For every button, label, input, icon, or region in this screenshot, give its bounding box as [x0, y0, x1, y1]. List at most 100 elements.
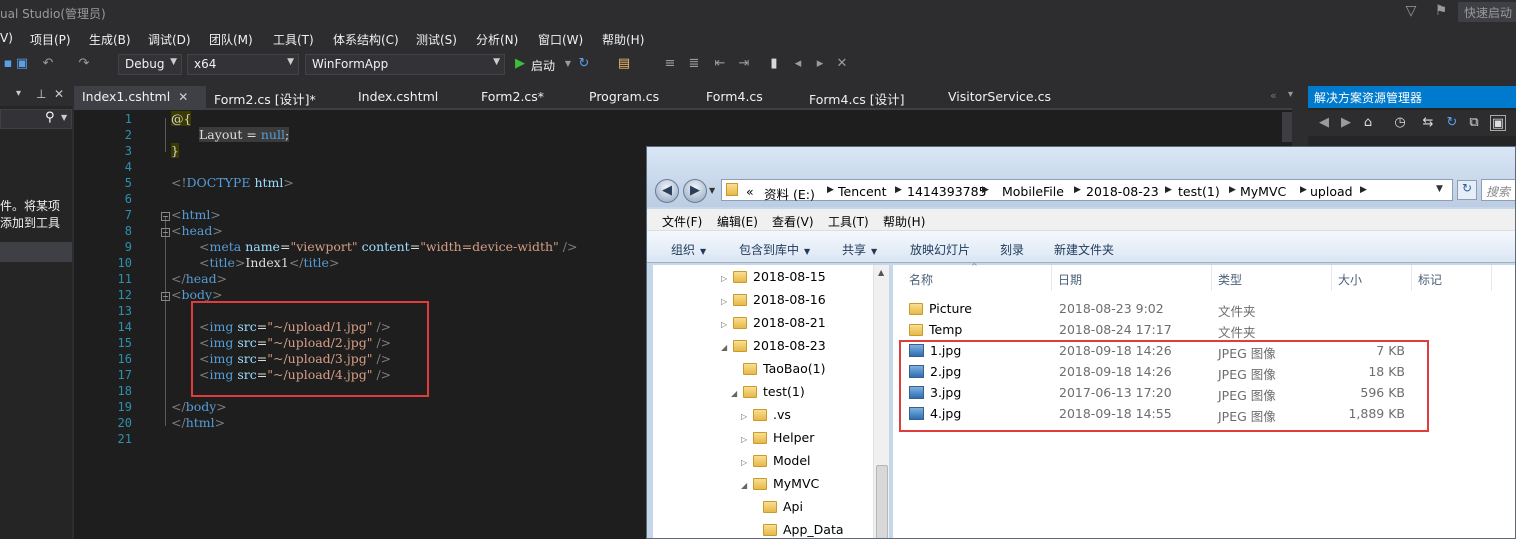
home-icon[interactable]: ⌂	[1360, 115, 1376, 131]
menu-test[interactable]: 测试(S)	[416, 31, 457, 48]
tab-form4-cs[interactable]: Form4.cs	[698, 86, 798, 108]
expand-icon[interactable]: ▷	[741, 458, 753, 467]
address-dropdown-icon[interactable]: ▼	[1436, 184, 1443, 194]
refresh-button[interactable]: ↻	[1457, 180, 1477, 200]
menu-edit[interactable]: 编辑(E)	[717, 213, 758, 230]
tree-item[interactable]: TaoBao(1)	[731, 361, 825, 376]
feedback-icon[interactable]: ▽	[1402, 3, 1420, 21]
collapse-icon[interactable]: −	[161, 292, 170, 301]
uncomment-icon[interactable]: ≣	[686, 56, 702, 72]
breadcrumb-item[interactable]: MyMVC	[1240, 184, 1286, 199]
breadcrumb-item[interactable]: 1414393785	[907, 184, 987, 199]
expand-icon[interactable]: ▷	[741, 412, 753, 421]
recent-pages-icon[interactable]: ▼	[709, 186, 715, 195]
breadcrumb-item[interactable]: Tencent	[838, 184, 887, 199]
refresh-icon[interactable]: ↻	[1444, 115, 1460, 131]
editor-scrollbar[interactable]	[1282, 112, 1292, 142]
search-input[interactable]: 搜索	[1481, 179, 1515, 201]
comment-icon[interactable]: ≡	[662, 56, 678, 72]
bookmark-icon[interactable]: ▮	[766, 56, 782, 72]
collapse-icon[interactable]: ◢	[741, 481, 753, 490]
menu-debug[interactable]: 调试(D)	[148, 31, 191, 48]
undo-icon[interactable]: ↶	[40, 56, 56, 72]
column-header-name[interactable]: 名称	[909, 271, 933, 288]
tree-item[interactable]: ▷ Model	[741, 453, 811, 468]
tab-overflow-icon[interactable]: «	[1270, 89, 1277, 102]
scroll-up-icon[interactable]: ▲	[878, 268, 884, 277]
expand-icon[interactable]: ▷	[721, 297, 733, 306]
pin-icon[interactable]: ⊥	[36, 87, 46, 101]
start-icon[interactable]: ▶	[512, 56, 528, 72]
tree-item[interactable]: App_Data	[751, 522, 844, 537]
close-tab-icon[interactable]: ✕	[178, 90, 188, 104]
slideshow-button[interactable]: 放映幻灯片	[910, 241, 970, 258]
prev-bookmark-icon[interactable]: ◂	[790, 56, 806, 72]
include-in-library-button[interactable]: 包含到库中 ▼	[739, 241, 810, 258]
toolbox-search-input[interactable]: ⚲ ▼	[0, 109, 72, 129]
tree-item[interactable]: ◢ MyMVC	[741, 476, 819, 491]
breadcrumb-separator-icon[interactable]: ▶	[895, 185, 902, 195]
column-header-tags[interactable]: 标记	[1418, 271, 1442, 288]
tab-index-cshtml[interactable]: Index.cshtml	[350, 86, 470, 108]
breadcrumb-item[interactable]: test(1)	[1178, 184, 1220, 199]
menu-view[interactable]: 查看(V)	[772, 213, 814, 230]
breadcrumb-item[interactable]: MobileFile	[1002, 184, 1064, 199]
tab-form2-cs[interactable]: Form2.cs*	[473, 86, 573, 108]
collapse-icon[interactable]: ◢	[731, 389, 743, 398]
breadcrumb-item[interactable]: upload	[1310, 184, 1353, 199]
notification-icon[interactable]: ⚑	[1432, 3, 1450, 21]
tree-item[interactable]: ▷ Helper	[741, 430, 814, 445]
tab-list-icon[interactable]: ▾	[1288, 89, 1293, 100]
collapse-icon[interactable]: −	[161, 228, 170, 237]
menu-tools[interactable]: 工具(T)	[273, 31, 314, 48]
column-header-date[interactable]: 日期	[1058, 271, 1082, 288]
address-bar[interactable]: « 资料 (E:) ▶ Tencent ▶ 1414393785 ▶ Mobil…	[721, 179, 1453, 203]
forward-button[interactable]: ▶	[683, 179, 707, 203]
tree-item[interactable]: ▷ 2018-08-21	[721, 315, 826, 330]
menu-analyze[interactable]: 分析(N)	[476, 31, 518, 48]
column-divider[interactable]	[1051, 265, 1052, 291]
history-icon[interactable]: ◷	[1392, 115, 1408, 131]
tree-item[interactable]: ◢ test(1)	[731, 384, 805, 399]
collapse-icon[interactable]: ◢	[721, 343, 733, 352]
breadcrumb-overflow[interactable]: «	[746, 184, 754, 199]
column-divider[interactable]	[1411, 265, 1412, 291]
column-header-type[interactable]: 类型	[1218, 271, 1242, 288]
save-icon[interactable]: ▣	[14, 56, 30, 72]
burn-button[interactable]: 刻录	[1000, 241, 1024, 258]
column-header-size[interactable]: 大小	[1338, 271, 1362, 288]
expand-icon[interactable]: ▷	[721, 320, 733, 329]
forward-icon[interactable]: ▶	[1338, 115, 1354, 131]
breadcrumb-item[interactable]: 资料 (E:)	[764, 184, 815, 203]
back-icon[interactable]: ◀	[1316, 115, 1332, 131]
clear-bookmarks-icon[interactable]: ✕	[834, 56, 850, 72]
breadcrumb-separator-icon[interactable]: ▶	[1360, 185, 1367, 195]
breadcrumb-item[interactable]: 2018-08-23	[1086, 184, 1159, 199]
tab-visitorservice-cs[interactable]: VisitorService.cs	[940, 86, 1080, 108]
close-icon[interactable]: ✕	[54, 87, 64, 101]
scrollbar-thumb[interactable]	[876, 465, 888, 538]
dropdown-icon[interactable]: ▾	[16, 88, 21, 99]
breadcrumb-separator-icon[interactable]: ▶	[982, 185, 989, 195]
menu-build[interactable]: 生成(B)	[89, 31, 131, 48]
breadcrumb-separator-icon[interactable]: ▶	[1074, 185, 1081, 195]
tree-item[interactable]: Api	[751, 499, 803, 514]
find-in-files-icon[interactable]: ▤	[616, 56, 632, 72]
show-all-files-icon[interactable]: ▣	[1490, 115, 1506, 131]
breadcrumb-separator-icon[interactable]: ▶	[1165, 185, 1172, 195]
menu-help[interactable]: 帮助(H)	[602, 31, 644, 48]
breadcrumb-separator-icon[interactable]: ▶	[1229, 185, 1236, 195]
back-button[interactable]: ◀	[655, 179, 679, 203]
column-divider[interactable]	[1211, 265, 1212, 291]
outdent-icon[interactable]: ⇤	[712, 56, 728, 72]
tree-item[interactable]: ▷ 2018-08-16	[721, 292, 826, 307]
tab-form2-design[interactable]: Form2.cs [设计]*	[206, 86, 346, 108]
expand-icon[interactable]: ▷	[721, 274, 733, 283]
quick-launch-input[interactable]: 快速启动	[1458, 2, 1516, 22]
navigation-scrollbar[interactable]: ▲	[873, 265, 889, 538]
sync-icon[interactable]: ⇆	[1420, 115, 1436, 131]
menu-window[interactable]: 窗口(W)	[538, 31, 583, 48]
tree-item[interactable]: ▷ 2018-08-15	[721, 269, 826, 284]
redo-icon[interactable]: ↷	[76, 56, 92, 72]
breadcrumb-separator-icon[interactable]: ▶	[1300, 185, 1307, 195]
